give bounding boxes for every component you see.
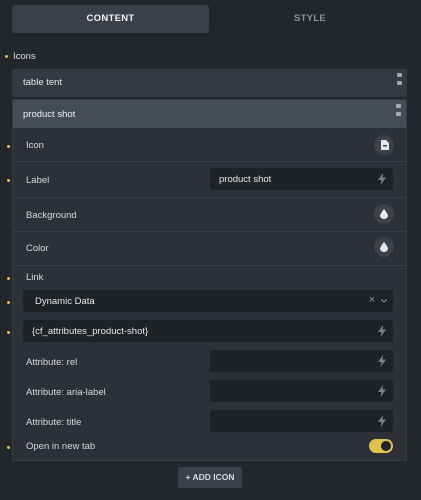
link-control-label: Link — [26, 272, 44, 283]
tab-bar: CONTENT STYLE — [0, 0, 421, 38]
row-controls — [396, 102, 402, 120]
clear-icon[interactable]: × — [369, 294, 375, 306]
duplicate-icon[interactable] — [397, 73, 402, 77]
file-icon — [380, 140, 389, 150]
dynamic-data-icon[interactable] — [378, 385, 386, 397]
dynamic-data-icon[interactable] — [378, 415, 386, 427]
icon-control-label: Icon — [26, 140, 44, 151]
dynamic-indicator-dot — [7, 331, 10, 334]
color-control: Color — [13, 232, 406, 266]
repeater-item-title: product shot — [23, 109, 76, 120]
label-control-label: Label — [26, 175, 50, 186]
repeater-item-header[interactable]: product shot — [13, 100, 406, 128]
link-type-select[interactable]: Dynamic Data × — [23, 290, 393, 312]
new-tab-toggle[interactable] — [369, 439, 393, 453]
add-icon-button[interactable]: + ADD ICON — [178, 467, 242, 488]
dynamic-indicator-dot — [7, 179, 10, 182]
background-control-label: Background — [26, 210, 77, 221]
tab-content[interactable]: CONTENT — [12, 5, 209, 33]
label-control: Label product shot — [7, 162, 406, 198]
row-controls — [397, 71, 403, 89]
color-control-label: Color — [26, 243, 49, 254]
icon-picker-button[interactable] — [374, 135, 394, 155]
attr-aria-label: Attribute: aria-label — [26, 387, 106, 398]
new-tab-label: Open in new tab — [26, 441, 96, 452]
attr-title-input[interactable] — [210, 410, 393, 432]
link-dynamic-value: {cf_attributes_product-shot} — [32, 326, 149, 337]
background-control: Background — [13, 198, 406, 232]
dynamic-data-icon[interactable] — [378, 325, 386, 337]
repeater-item[interactable]: table tent — [12, 69, 407, 97]
attr-rel-label: Attribute: rel — [26, 357, 78, 368]
link-type-value: Dynamic Data — [35, 296, 95, 307]
add-icon-label: ADD ICON — [192, 472, 235, 482]
icons-section-label: Icons — [13, 51, 36, 62]
dynamic-data-icon[interactable] — [378, 173, 386, 185]
attr-aria-input[interactable] — [210, 380, 393, 402]
label-input[interactable]: product shot — [210, 168, 393, 190]
color-drop-icon — [380, 209, 388, 219]
background-color-picker[interactable] — [374, 204, 394, 224]
toggle-knob — [381, 441, 391, 451]
label-input-value: product shot — [219, 174, 272, 185]
icon-control: Icon — [7, 128, 406, 162]
delete-icon[interactable] — [397, 81, 402, 85]
dynamic-indicator-dot — [7, 301, 10, 304]
dynamic-indicator-dot — [7, 446, 10, 449]
attr-title-label: Attribute: title — [26, 417, 82, 428]
attr-rel-input[interactable] — [210, 350, 393, 372]
repeater-item-title: table tent — [23, 77, 63, 88]
delete-icon[interactable] — [396, 112, 401, 116]
repeater-item-panel: product shot Icon Label product shot Bac… — [7, 99, 407, 461]
link-dynamic-input[interactable]: {cf_attributes_product-shot} — [23, 320, 393, 342]
dynamic-indicator-dot — [5, 55, 8, 58]
dynamic-indicator-dot — [7, 145, 10, 148]
chevron-down-icon[interactable] — [381, 299, 387, 303]
plus-icon: + — [185, 472, 191, 482]
tab-style[interactable]: STYLE — [212, 5, 408, 33]
color-picker[interactable] — [374, 237, 394, 257]
dynamic-indicator-dot — [7, 277, 10, 280]
duplicate-icon[interactable] — [396, 104, 401, 108]
color-drop-icon — [380, 242, 388, 252]
dynamic-data-icon[interactable] — [378, 355, 386, 367]
